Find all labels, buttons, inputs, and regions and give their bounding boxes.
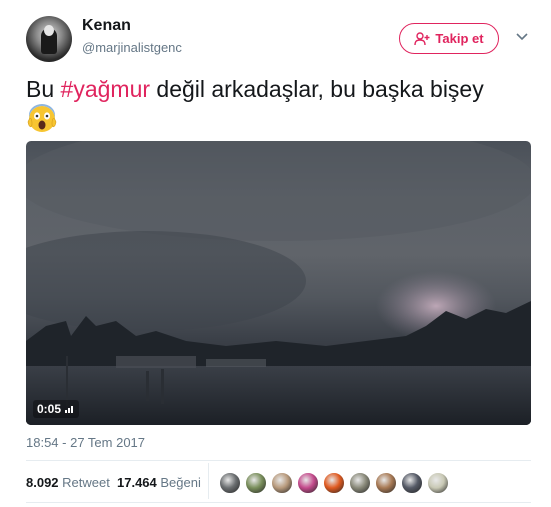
- follow-button[interactable]: Takip et: [399, 23, 499, 54]
- hashtag-link[interactable]: #yağmur: [61, 76, 150, 102]
- liker-avatar[interactable]: [322, 471, 346, 495]
- like-label: Beğeni: [160, 475, 201, 490]
- author-avatar[interactable]: [26, 16, 72, 62]
- add-user-icon: [414, 31, 430, 45]
- tweet-text: Bu #yağmur değil arkadaşlar, bu başka bi…: [26, 74, 536, 134]
- stats-divider-top: [26, 460, 531, 461]
- video-thumbnail: [26, 141, 531, 425]
- liker-avatars: [218, 471, 452, 495]
- volume-icon: [65, 406, 74, 413]
- liker-avatar[interactable]: [400, 471, 424, 495]
- face-screaming-in-fear-icon: [27, 104, 57, 132]
- retweet-count: 8.092: [26, 475, 59, 490]
- stats-divider-vertical: [208, 463, 209, 499]
- liker-avatar[interactable]: [270, 471, 294, 495]
- video-player[interactable]: [26, 141, 531, 425]
- like-stat[interactable]: 17.464 Beğeni: [117, 475, 201, 490]
- video-duration: 0:05: [37, 402, 62, 416]
- stats-divider-bottom: [26, 502, 531, 503]
- avatar-face: [44, 25, 54, 36]
- author-name[interactable]: Kenan: [82, 17, 131, 35]
- like-count: 17.464: [117, 475, 157, 490]
- tweet-text-before: Bu: [26, 76, 61, 102]
- follow-button-label: Takip et: [435, 31, 484, 46]
- chevron-down-icon[interactable]: [516, 32, 528, 42]
- tweet-text-after: değil arkadaşlar, bu başka bişey: [150, 76, 484, 102]
- liker-avatar[interactable]: [244, 471, 268, 495]
- liker-avatar[interactable]: [296, 471, 320, 495]
- liker-avatar[interactable]: [374, 471, 398, 495]
- liker-avatar[interactable]: [426, 471, 450, 495]
- liker-avatar[interactable]: [348, 471, 372, 495]
- video-duration-badge: 0:05: [33, 400, 80, 418]
- liker-avatar[interactable]: [218, 471, 242, 495]
- tweet-timestamp[interactable]: 18:54 - 27 Tem 2017: [26, 435, 145, 450]
- retweet-stat[interactable]: 8.092 Retweet: [26, 475, 110, 490]
- retweet-label: Retweet: [62, 475, 110, 490]
- author-handle[interactable]: @marjinalistgenc: [82, 40, 182, 55]
